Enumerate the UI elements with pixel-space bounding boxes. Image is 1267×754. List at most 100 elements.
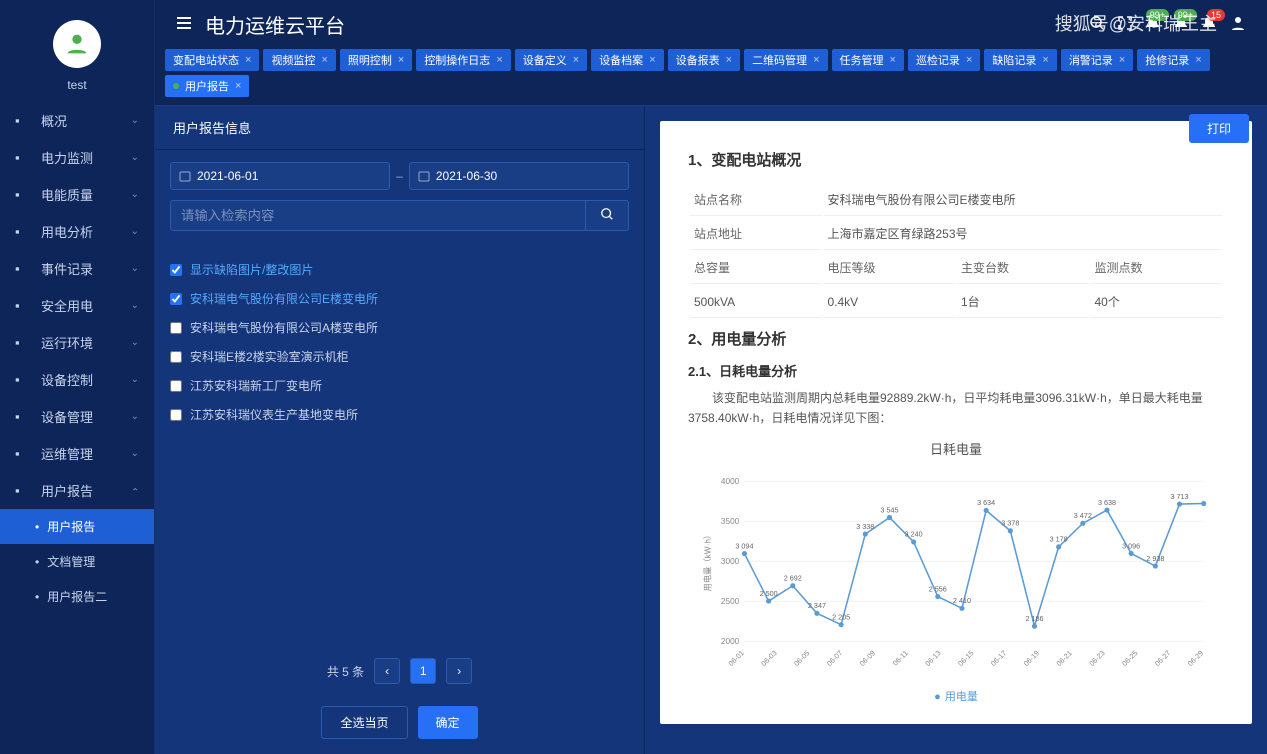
avatar[interactable] — [53, 20, 101, 68]
search-row — [170, 200, 629, 231]
pager-total: 共 5 条 — [327, 663, 364, 680]
main: 电力运维云平台 99+ 99+ 15 搜狐号@安科瑞王主 变配电站状态×视频监控… — [155, 0, 1267, 754]
close-icon[interactable]: × — [245, 54, 251, 66]
close-icon[interactable]: × — [321, 54, 327, 66]
checkbox[interactable] — [170, 293, 182, 305]
search-input[interactable] — [170, 200, 586, 231]
nav-item-5[interactable]: ▪安全用电⌄ — [0, 287, 154, 324]
user-icon[interactable] — [1229, 14, 1247, 35]
nav-sub-item-2[interactable]: 用户报告二 — [0, 579, 154, 614]
pager-prev[interactable]: ‹ — [374, 658, 400, 684]
close-icon[interactable]: × — [649, 54, 655, 66]
calendar-icon — [179, 170, 191, 182]
volt-label: 电压等级 — [824, 252, 956, 284]
tab-3[interactable]: 控制操作日志× — [416, 49, 510, 71]
tab-12[interactable]: 抢修记录× — [1137, 49, 1209, 71]
tab-0[interactable]: 变配电站状态× — [165, 49, 259, 71]
nav-item-3[interactable]: ▪用电分析⌄ — [0, 213, 154, 250]
tab-label: 二维码管理 — [752, 52, 807, 68]
close-icon[interactable]: × — [726, 54, 732, 66]
pager-next[interactable]: › — [446, 658, 472, 684]
nav-item-label: 电能质量 — [41, 185, 93, 204]
date-to[interactable]: 2021-06-30 — [409, 162, 629, 190]
tab-8[interactable]: 任务管理× — [832, 49, 904, 71]
app-title: 电力运维云平台 — [205, 10, 345, 39]
site-addr-label: 站点地址 — [690, 218, 822, 250]
checkbox[interactable] — [170, 322, 182, 334]
checkbox[interactable] — [170, 351, 182, 363]
site-item-2[interactable]: 安科瑞电气股份有限公司A楼变电所 — [170, 313, 629, 342]
bell-icon-2[interactable]: 99+ — [1173, 15, 1189, 34]
search-button[interactable] — [586, 200, 629, 231]
fullscreen-icon[interactable] — [1117, 15, 1133, 34]
nav-item-9[interactable]: ▪运维管理⌄ — [0, 435, 154, 472]
tab-9[interactable]: 巡检记录× — [908, 49, 980, 71]
tab-6[interactable]: 设备报表× — [668, 49, 740, 71]
tab-5[interactable]: 设备档案× — [591, 49, 663, 71]
tab-10[interactable]: 缺陷记录 × — [984, 49, 1056, 71]
site-item-0[interactable]: 显示缺陷图片/整改图片 — [170, 255, 629, 284]
print-button[interactable]: 打印 — [1189, 114, 1249, 143]
wrench-icon: ▪ — [15, 409, 31, 424]
close-icon[interactable]: × — [235, 80, 241, 92]
tab-7[interactable]: 二维码管理 × — [744, 49, 827, 71]
nav-item-1[interactable]: ▪电力监测⌄ — [0, 139, 154, 176]
nav-item-label: 用户报告 — [41, 481, 93, 500]
bolt-icon: ▪ — [15, 298, 31, 313]
date-from[interactable]: 2021-06-01 — [170, 162, 390, 190]
nav-item-label: 事件记录 — [41, 259, 93, 278]
checkbox[interactable] — [170, 380, 182, 392]
tab-11[interactable]: 消警记录× — [1061, 49, 1133, 71]
tab-label: 缺陷记录 — [992, 52, 1036, 68]
bell-icon-3[interactable]: 15 — [1201, 15, 1217, 34]
tab-13[interactable]: 用户报告× — [165, 75, 249, 97]
tab-1[interactable]: 视频监控× — [263, 49, 335, 71]
nav-item-0[interactable]: ▪概况⌄ — [0, 102, 154, 139]
svg-text:3000: 3000 — [721, 557, 740, 566]
site-item-label: 江苏安科瑞新工厂变电所 — [190, 377, 322, 394]
hamburger-icon[interactable] — [175, 14, 193, 35]
close-icon[interactable]: × — [398, 54, 404, 66]
nav-item-4[interactable]: ▪事件记录⌄ — [0, 250, 154, 287]
nav-item-8[interactable]: ▪设备管理⌄ — [0, 398, 154, 435]
select-all-button[interactable]: 全选当页 — [321, 706, 407, 739]
nav-item-6[interactable]: ▪运行环境⌄ — [0, 324, 154, 361]
tab-4[interactable]: 设备定义× — [515, 49, 587, 71]
pager-page[interactable]: 1 — [410, 658, 436, 684]
close-icon[interactable]: × — [1195, 54, 1201, 66]
bell-icon-1[interactable]: 99+ — [1145, 15, 1161, 34]
close-icon[interactable]: × — [573, 54, 579, 66]
panel-title: 用户报告信息 — [155, 106, 644, 150]
nav-item-10[interactable]: ▪用户报告⌄ — [0, 472, 154, 509]
close-icon[interactable]: × — [966, 54, 972, 66]
nav-item-2[interactable]: ▪电能质量⌄ — [0, 176, 154, 213]
close-icon[interactable]: × — [1119, 54, 1125, 66]
site-item-5[interactable]: 江苏安科瑞仪表生产基地变电所 — [170, 400, 629, 429]
action-row: 全选当页 确定 — [155, 696, 644, 754]
content: 用户报告信息 2021-06-01 – 2021-06-30 — [155, 106, 1267, 754]
close-icon[interactable]: × — [496, 54, 502, 66]
chevron-down-icon: ⌄ — [131, 300, 139, 311]
close-icon[interactable]: × — [813, 54, 819, 66]
site-item-label: 显示缺陷图片/整改图片 — [190, 261, 313, 278]
close-icon[interactable]: × — [890, 54, 896, 66]
tab-2[interactable]: 照明控制× — [340, 49, 412, 71]
site-item-4[interactable]: 江苏安科瑞新工厂变电所 — [170, 371, 629, 400]
nav-sub-item-1[interactable]: 文档管理 — [0, 544, 154, 579]
checkbox[interactable] — [170, 409, 182, 421]
chevron-down-icon: ⌄ — [131, 189, 139, 200]
close-icon[interactable]: × — [1042, 54, 1048, 66]
chevron-down-icon: ⌄ — [131, 226, 139, 237]
search-icon[interactable] — [1089, 15, 1105, 34]
site-item-3[interactable]: 安科瑞E楼2楼实验室演示机柜 — [170, 342, 629, 371]
trans-value: 1台 — [957, 286, 1089, 318]
gear-icon: ▪ — [15, 372, 31, 387]
svg-text:2000: 2000 — [721, 637, 740, 646]
info-table: 站点名称安科瑞电气股份有限公司E楼变电所 站点地址上海市嘉定区育绿路253号 总… — [688, 182, 1224, 320]
confirm-button[interactable]: 确定 — [418, 706, 478, 739]
svg-text:3 094: 3 094 — [735, 541, 753, 550]
checkbox[interactable] — [170, 264, 182, 276]
site-item-1[interactable]: 安科瑞电气股份有限公司E楼变电所 — [170, 284, 629, 313]
nav-item-7[interactable]: ▪设备控制⌄ — [0, 361, 154, 398]
nav-sub-item-0[interactable]: 用户报告 — [0, 509, 154, 544]
